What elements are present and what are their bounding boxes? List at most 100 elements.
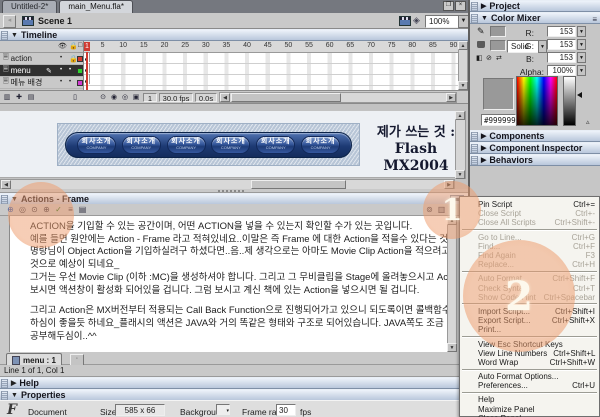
panel-grip-icon[interactable] bbox=[1, 31, 8, 40]
script-assist-icon[interactable]: ▥ bbox=[436, 205, 447, 215]
menu-item-view-esc-shortcut-keys[interactable]: View Esc Shortcut Keys bbox=[460, 339, 599, 348]
nav-button-회사소개[interactable]: 회사소개COMPANY bbox=[301, 136, 340, 154]
g-spinner-icon[interactable]: ▼ bbox=[577, 39, 586, 50]
scroll-up-icon[interactable]: ▲ bbox=[458, 41, 468, 50]
project-panel-header[interactable]: ▶ Project bbox=[470, 0, 600, 12]
default-colors-icon[interactable]: ◧ bbox=[476, 54, 483, 62]
layer-row-item[interactable]: 🗏메뉴 배경•• bbox=[0, 77, 83, 89]
slider-marker-icon[interactable] bbox=[577, 92, 582, 98]
brightness-slider[interactable] bbox=[563, 76, 576, 126]
g-input[interactable]: 153 bbox=[547, 39, 576, 50]
back-arrow-icon[interactable]: ◂ bbox=[3, 15, 16, 28]
menu-item-maximize-panel[interactable]: Maximize Panel bbox=[460, 405, 599, 414]
layer-visible-dot-icon[interactable]: • bbox=[60, 79, 62, 85]
nav-button-회사소개[interactable]: 회사소개COMPANY bbox=[77, 136, 116, 154]
restore-window-icon[interactable]: ❐ bbox=[443, 1, 454, 11]
color-picker-gradient[interactable] bbox=[516, 76, 558, 126]
playhead-marker[interactable]: 1 bbox=[84, 42, 90, 51]
auto-format-icon[interactable]: ≡ bbox=[65, 205, 76, 215]
scroll-right-icon[interactable]: ▶ bbox=[444, 180, 454, 189]
panel-collapse-triangle-icon[interactable]: ▵ bbox=[586, 118, 590, 126]
tab-main-menu-fla[interactable]: main_Menu.fla* bbox=[59, 0, 133, 13]
menu-item-export-script[interactable]: Export Script...Ctrl+Shift+X bbox=[460, 316, 599, 325]
actions-toolbox-collapsed-strip[interactable] bbox=[0, 216, 10, 352]
layer-name[interactable]: 메뉴 배경 bbox=[11, 77, 83, 88]
insert-target-path-icon[interactable]: ⊕ bbox=[41, 205, 52, 215]
sidebar-panel-header-behaviors[interactable]: ▶Behaviors bbox=[470, 154, 600, 166]
center-frame-icon[interactable]: ⊙ bbox=[98, 93, 108, 102]
menu-item-import-script[interactable]: Import Script...Ctrl+Shift+I bbox=[460, 307, 599, 316]
stroke-color-swatch[interactable] bbox=[490, 26, 506, 37]
view-options-icon[interactable]: ▾ bbox=[448, 205, 459, 215]
layer-visible-dot-icon[interactable]: • bbox=[60, 67, 62, 73]
add-motion-guide-icon[interactable]: ✚ bbox=[14, 93, 24, 102]
script-pane[interactable]: ACTION을 기입할 수 있는 공간이며, 어떤 ACTION을 넣을 수 있… bbox=[10, 216, 447, 352]
script-vertical-scrollbar[interactable]: ▲ ▼ bbox=[447, 216, 457, 352]
timeline-panel-header[interactable]: ▼ Timeline bbox=[0, 29, 468, 41]
nav-button-회사소개[interactable]: 회사소개COMPANY bbox=[211, 136, 250, 154]
menu-item-preferences[interactable]: Preferences...Ctrl+U bbox=[460, 381, 599, 390]
b-input[interactable]: 153 bbox=[547, 52, 576, 63]
sidebar-panel-header-component-inspector[interactable]: ▶Component Inspector bbox=[470, 142, 600, 154]
r-spinner-icon[interactable]: ▼ bbox=[577, 26, 586, 37]
layer-row-item[interactable]: 🗏action•🔒 bbox=[0, 53, 83, 65]
alpha-spinner-icon[interactable]: ▼ bbox=[577, 65, 586, 76]
r-input[interactable]: 153 bbox=[547, 26, 576, 37]
menu-item-print[interactable]: Print... bbox=[460, 325, 599, 334]
debug-options-icon[interactable]: ⊚ bbox=[424, 205, 435, 215]
panel-grip-icon[interactable] bbox=[1, 195, 8, 204]
scroll-down-icon[interactable]: ▼ bbox=[458, 81, 468, 90]
panel-grip-icon[interactable] bbox=[1, 379, 8, 388]
close-window-icon[interactable]: × bbox=[455, 1, 466, 11]
panel-grip-icon[interactable] bbox=[471, 2, 478, 11]
scroll-left-icon[interactable]: ◀ bbox=[220, 93, 230, 102]
layer-outline-color-swatch[interactable] bbox=[77, 80, 83, 86]
menu-banner-graphic[interactable]: 회사소개COMPANY 회사소개COMPANY 회사소개COMPANY 회사소개COM… bbox=[57, 123, 360, 166]
frame-rate-indicator[interactable]: 30.0 fps bbox=[159, 93, 193, 102]
help-panel-header[interactable]: ▶ Help bbox=[0, 377, 468, 389]
panel-grip-icon[interactable] bbox=[471, 144, 478, 153]
scrollbar-thumb[interactable] bbox=[231, 93, 341, 102]
show-hide-layers-icon[interactable]: 👁 bbox=[58, 42, 67, 50]
timeline-horizontal-scrollbar[interactable]: ◀ ▶ bbox=[219, 92, 457, 103]
timeline-vertical-scrollbar[interactable]: ▲ ▼ bbox=[458, 41, 468, 90]
find-replace-icon[interactable]: ⊙ bbox=[29, 205, 40, 215]
background-color-swatch[interactable]: ▾ bbox=[216, 404, 230, 415]
layer-visible-dot-icon[interactable]: • bbox=[60, 55, 62, 61]
menu-item-help[interactable]: Help bbox=[460, 395, 599, 404]
panel-options-icon[interactable]: ≡ bbox=[592, 15, 597, 24]
menu-item-auto-format-options[interactable]: Auto Format Options... bbox=[460, 372, 599, 381]
lock-layers-icon[interactable]: 🔒 bbox=[69, 42, 78, 50]
b-spinner-icon[interactable]: ▼ bbox=[577, 52, 586, 63]
nav-button-회사소개[interactable]: 회사소개COMPANY bbox=[167, 136, 206, 154]
stroke-pencil-icon[interactable]: ✎ bbox=[477, 26, 485, 37]
scroll-up-icon[interactable]: ▲ bbox=[447, 216, 457, 225]
menu-item-pin-script[interactable]: Pin ScriptCtrl+= bbox=[460, 200, 599, 209]
scroll-right-icon[interactable]: ▶ bbox=[446, 93, 456, 102]
scroll-up-icon[interactable]: ▲ bbox=[455, 111, 465, 120]
timeline-frame-grid[interactable]: 51015202530354045505560657075808590 1 bbox=[84, 41, 458, 90]
dropdown-arrow-icon[interactable]: ▼ bbox=[538, 40, 547, 53]
scroll-down-icon[interactable]: ▼ bbox=[455, 170, 465, 179]
framerate-input[interactable]: 30 bbox=[276, 404, 296, 416]
layer-outline-color-swatch[interactable] bbox=[77, 68, 83, 74]
no-color-icon[interactable]: ⊘ bbox=[486, 54, 492, 62]
menu-item-word-wrap[interactable]: Word WrapCtrl+Shift+W bbox=[460, 358, 599, 367]
scroll-left-icon[interactable]: ◀ bbox=[1, 180, 11, 189]
scrollbar-thumb[interactable] bbox=[251, 180, 346, 189]
outline-layers-icon[interactable]: □ bbox=[78, 42, 82, 49]
insert-layer-icon[interactable]: ▥ bbox=[2, 93, 12, 102]
edit-multiple-frames-icon[interactable]: ▣ bbox=[131, 93, 141, 102]
edit-symbol-icon[interactable]: ◈ bbox=[413, 15, 420, 26]
nav-button-회사소개[interactable]: 회사소개COMPANY bbox=[122, 136, 161, 154]
onion-skin-icon[interactable]: ◉ bbox=[109, 93, 119, 102]
layer-row-selected[interactable]: 🗏menu✎•• bbox=[0, 65, 83, 77]
hex-color-input[interactable]: #999999 bbox=[481, 114, 516, 126]
add-statement-icon[interactable]: ⊕ bbox=[5, 205, 16, 215]
layer-outline-color-swatch[interactable] bbox=[77, 56, 83, 62]
panel-grip-icon[interactable] bbox=[1, 391, 8, 400]
panel-grip-icon[interactable] bbox=[471, 14, 478, 23]
panel-grip-icon[interactable] bbox=[471, 156, 478, 165]
swap-colors-icon[interactable]: ⇄ bbox=[496, 54, 502, 62]
panel-grip-icon[interactable] bbox=[471, 132, 478, 141]
